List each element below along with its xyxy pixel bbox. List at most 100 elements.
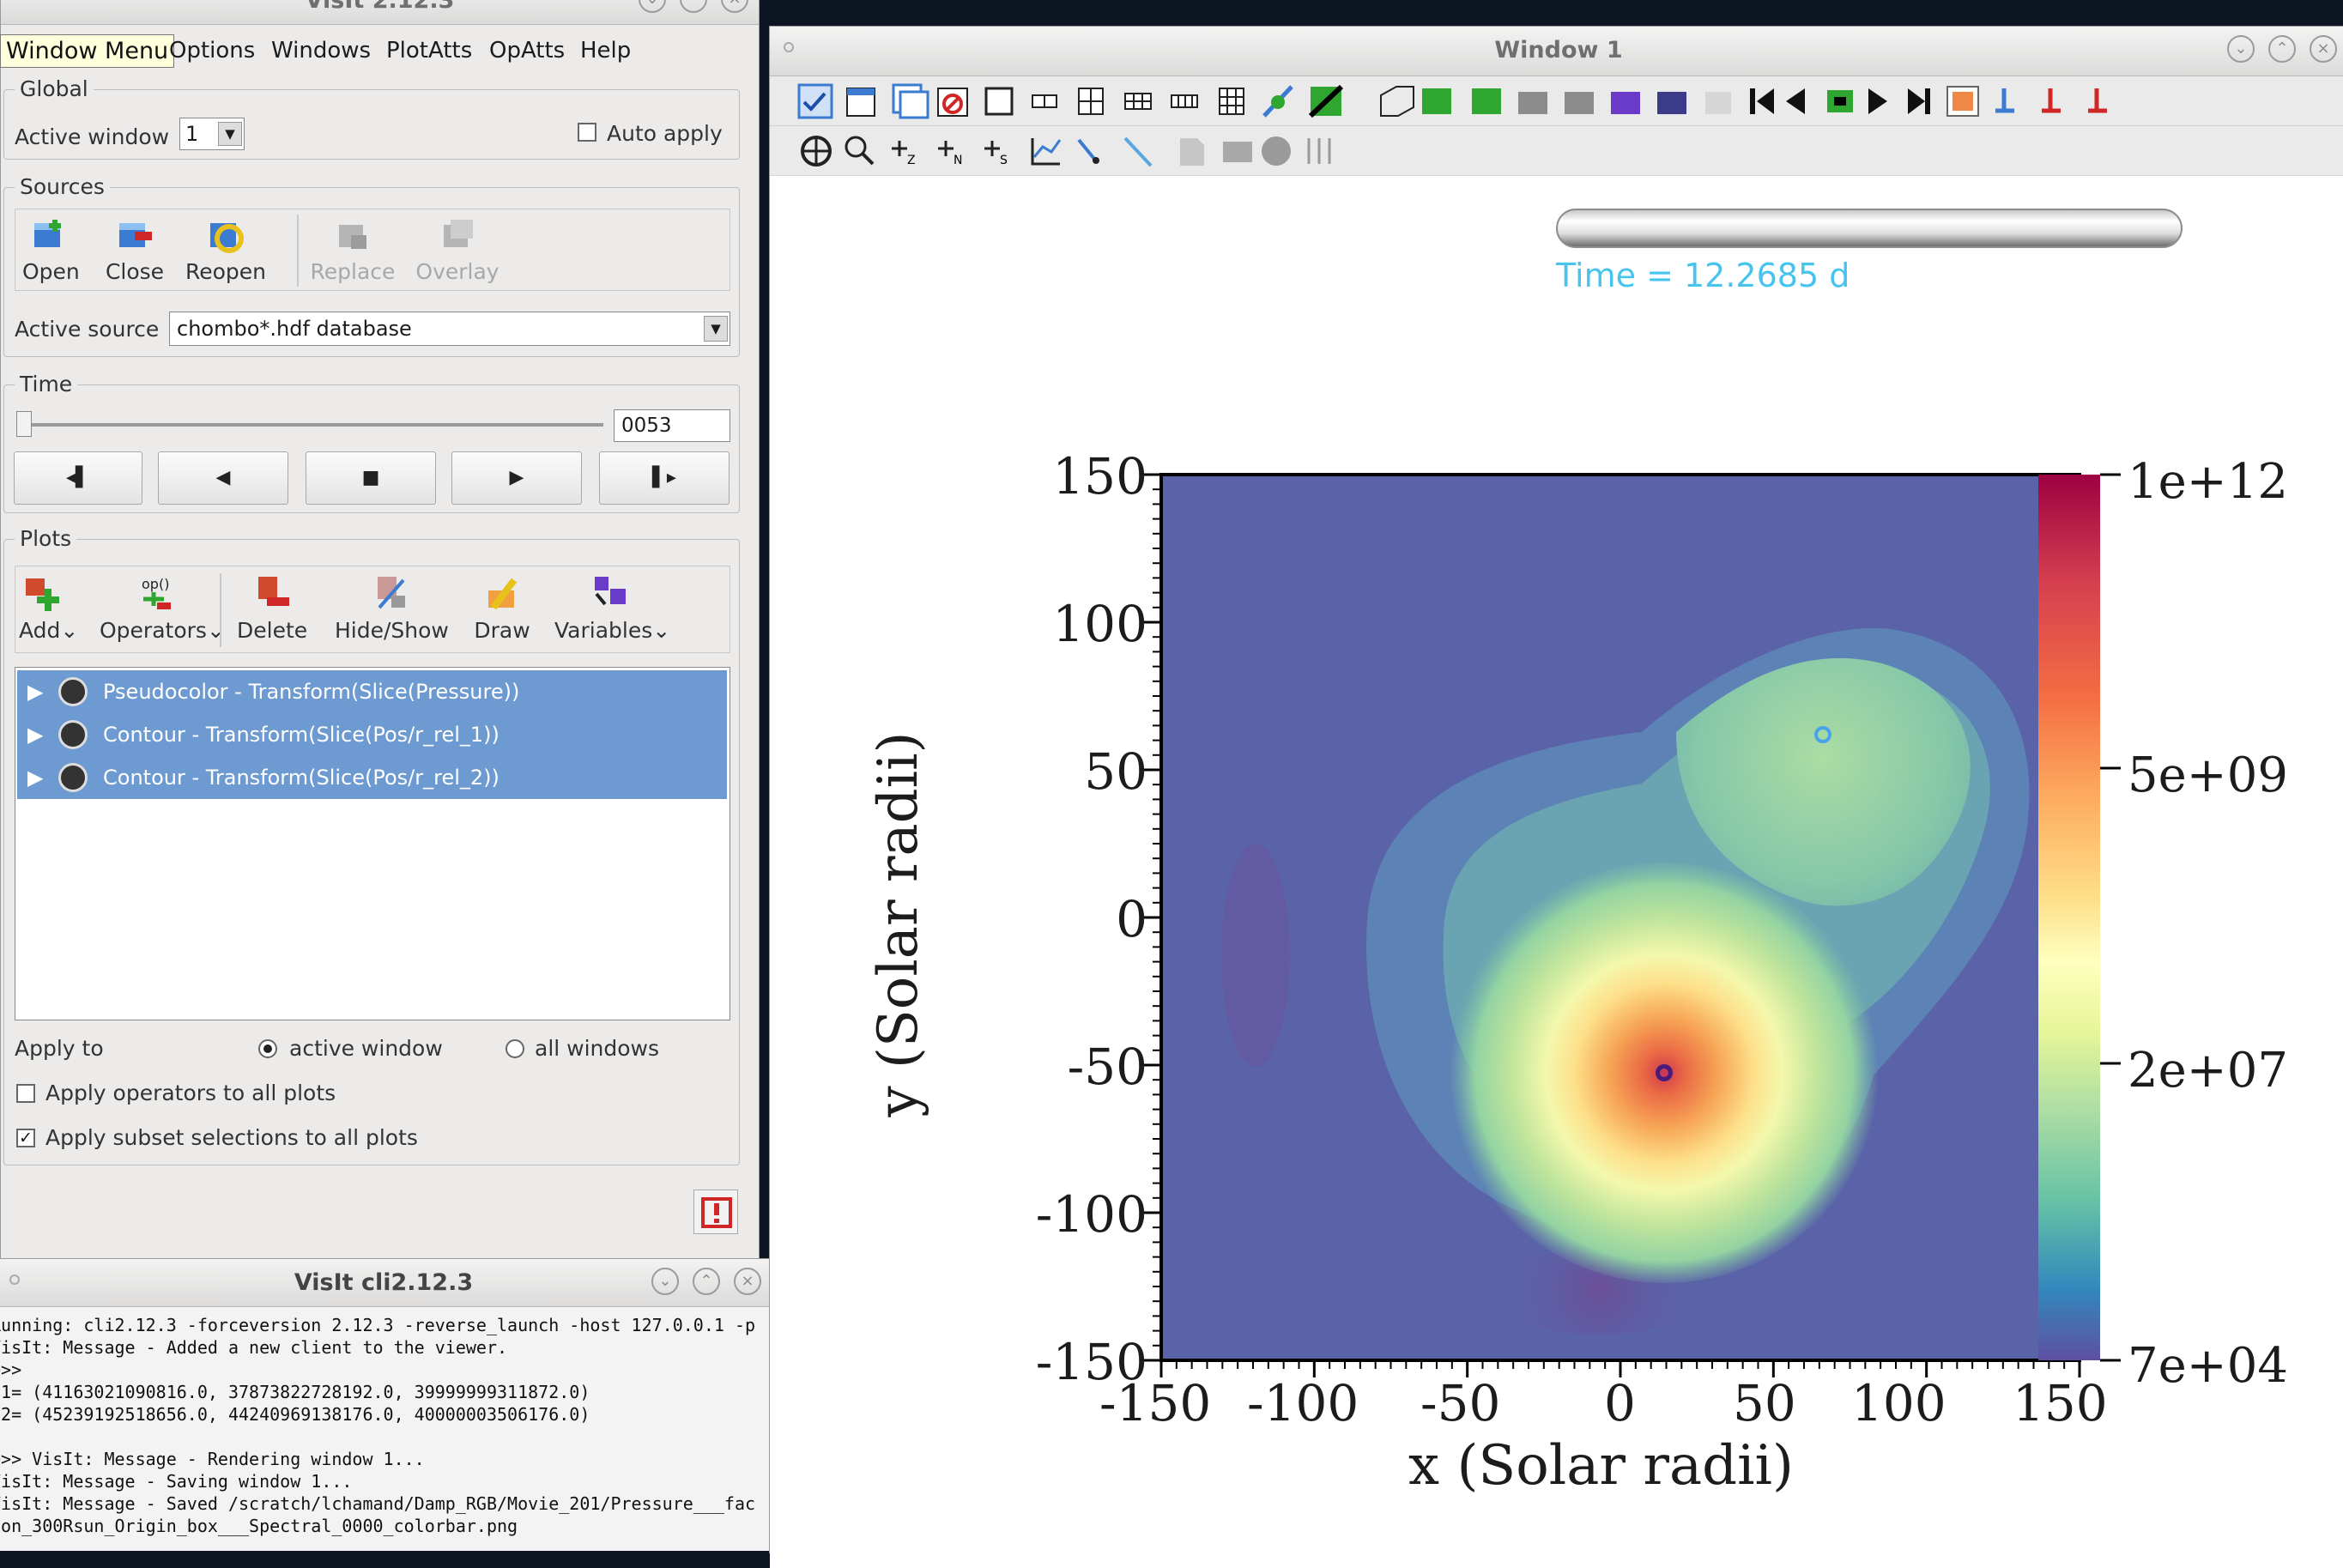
expand-icon[interactable]: ▶ [27, 670, 43, 713]
console-line: VisIt: Message - Saving window 1... [0, 1471, 353, 1492]
all-windows-radio-label: all windows [535, 1036, 660, 1061]
animation-icons [1750, 88, 1930, 114]
menu-options[interactable]: Options [169, 38, 255, 64]
menu-opatts[interactable]: OpAtts [489, 38, 565, 64]
viz-toolbar-1 [770, 76, 2343, 126]
cli-title: VisIt cli2.12.3 [294, 1269, 474, 1296]
y-axis-label: y (Solar radii) [867, 731, 930, 1117]
svg-text:S: S [1000, 154, 1008, 167]
active-window-radio-label: active window [289, 1036, 443, 1061]
menu-bar: Window Menu Options Windows PlotAtts OpA… [0, 31, 760, 70]
hide-show-button[interactable]: Hide/Show [335, 573, 449, 643]
step-forward-button[interactable]: ▌▸ [599, 451, 730, 505]
visibility-icon[interactable] [58, 763, 88, 792]
window-ops-icons [797, 83, 1344, 119]
svg-text:N: N [954, 154, 962, 167]
maximize-button[interactable]: ⌃ [680, 0, 707, 13]
auto-apply-label: Auto apply [607, 121, 723, 146]
plot-label: Pseudocolor - Transform(Slice(Pressure)) [103, 680, 520, 704]
close-source-button[interactable]: Close [105, 215, 165, 284]
window-menu-dot[interactable] [784, 42, 794, 52]
viz-canvas[interactable]: Time = 12.2685 d 1e+12 5e+09 2e+07 7e+04… [770, 178, 2343, 1568]
minimize-button[interactable]: ⌄ [651, 1268, 679, 1295]
window-menu-dot[interactable] [9, 1274, 20, 1285]
apply-operators-checkbox[interactable] [16, 1084, 35, 1103]
x-tick-label: -150 [1099, 1374, 1212, 1432]
viz-title: Window 1 [1494, 37, 1623, 64]
apply-subset-checkbox[interactable]: ✓ [16, 1129, 35, 1147]
overlay-button[interactable]: Overlay [415, 215, 499, 284]
add-plot-button[interactable]: Add⌄ [19, 573, 78, 643]
open-icon [34, 220, 61, 247]
close-button[interactable]: × [734, 1268, 761, 1295]
chevron-down-icon: ▼ [704, 316, 728, 342]
menu-plotatts[interactable]: PlotAtts [386, 38, 472, 64]
plots-label: Plots [15, 526, 77, 551]
auto-apply-checkbox[interactable] [578, 123, 596, 142]
close-button[interactable]: × [721, 0, 748, 13]
apply-to-label: Apply to [15, 1036, 104, 1061]
close-button[interactable]: × [2310, 35, 2337, 63]
active-window-select[interactable]: 1 ▼ [179, 118, 245, 150]
toolbar-divider [220, 573, 221, 647]
time-state-value: 0053 [621, 415, 672, 437]
cli-titlebar[interactable]: VisIt cli2.12.3 ⌄ ⌃ × [0, 1259, 772, 1307]
plot-row-contour-1[interactable]: ▶ Contour - Transform(Slice(Pos/r_rel_1)) [17, 713, 727, 756]
x-tick-label: 50 [1733, 1374, 1796, 1432]
global-group: Global Active window 1 ▼ Auto apply [3, 76, 740, 160]
viz-titlebar[interactable]: Window 1 ⌄ ⌃ × [770, 27, 2343, 76]
active-window-value: 1 [185, 122, 199, 146]
step-back-button[interactable]: ◂▌ [14, 451, 142, 505]
visibility-icon[interactable] [58, 677, 88, 706]
y-tick-label: 0 [1116, 890, 1147, 948]
y-tick-label: 100 [1052, 595, 1147, 653]
colorbar-label-3: 2e+07 [2128, 1043, 2288, 1099]
apply-operators-label: Apply operators to all plots [45, 1081, 336, 1105]
notify-button[interactable] [693, 1190, 738, 1234]
expand-icon[interactable]: ▶ [27, 713, 43, 756]
cli-output[interactable]: Running: cli2.12.3 -forceversion 2.12.3 … [0, 1307, 772, 1551]
window-toolbar [797, 83, 2107, 119]
variables-button[interactable]: Variables⌄ [554, 573, 670, 643]
visibility-icon[interactable] [58, 720, 88, 749]
active-source-select[interactable]: chombo*.hdf database ▼ [169, 312, 730, 346]
reopen-button[interactable]: Reopen [185, 215, 266, 284]
time-slider-handle[interactable] [16, 411, 32, 437]
draw-icon [488, 578, 518, 610]
x-tick-label: -50 [1420, 1374, 1501, 1432]
menu-help[interactable]: Help [580, 38, 631, 64]
time-slider[interactable] [16, 411, 603, 437]
plot-row-pseudocolor[interactable]: ▶ Pseudocolor - Transform(Slice(Pressure)… [17, 670, 727, 713]
delete-plot-button[interactable]: Delete [237, 573, 307, 643]
delete-icon [258, 577, 289, 606]
y-tick-label: -50 [1067, 1038, 1147, 1096]
replace-button[interactable]: Replace [307, 215, 398, 284]
apply-subset-label: Apply subset selections to all plots [45, 1125, 418, 1150]
plot-label: Contour - Transform(Slice(Pos/r_rel_1)) [103, 723, 499, 747]
variables-icon [595, 577, 626, 606]
stop-button[interactable]: ■ [306, 451, 436, 505]
plot-row-contour-2[interactable]: ▶ Contour - Transform(Slice(Pos/r_rel_2)) [17, 756, 727, 799]
active-source-value: chombo*.hdf database [177, 317, 412, 341]
minimize-button[interactable]: ⌄ [639, 0, 666, 13]
active-window-radio[interactable] [258, 1039, 277, 1058]
all-windows-radio[interactable] [506, 1039, 524, 1058]
maximize-button[interactable]: ⌃ [693, 1268, 720, 1295]
draw-button[interactable]: Draw [472, 573, 532, 643]
open-button[interactable]: Open [22, 215, 80, 284]
chevron-down-icon: ▼ [218, 122, 242, 146]
svg-text:Z: Z [907, 154, 916, 167]
maximize-button[interactable]: ⌃ [2268, 35, 2296, 63]
overlay-icon [444, 220, 473, 247]
menu-windows[interactable]: Windows [271, 38, 371, 64]
reverse-play-button[interactable]: ◀ [158, 451, 288, 505]
minimize-button[interactable]: ⌄ [2227, 35, 2255, 63]
main-titlebar[interactable]: VisIt 2.12.3 ⌄ ⌃ × [1, 0, 759, 25]
play-button[interactable]: ▶ [451, 451, 582, 505]
x-tick-labels: -150 -100 -50 0 50 100 150 [770, 1374, 2343, 1443]
operators-button[interactable]: op() Operators⌄ [100, 573, 225, 643]
svg-text:op(): op() [142, 576, 169, 592]
expand-icon[interactable]: ▶ [27, 756, 43, 799]
menu-window[interactable]: Window Menu [0, 34, 175, 68]
time-state-input[interactable]: 0053 [614, 409, 730, 442]
